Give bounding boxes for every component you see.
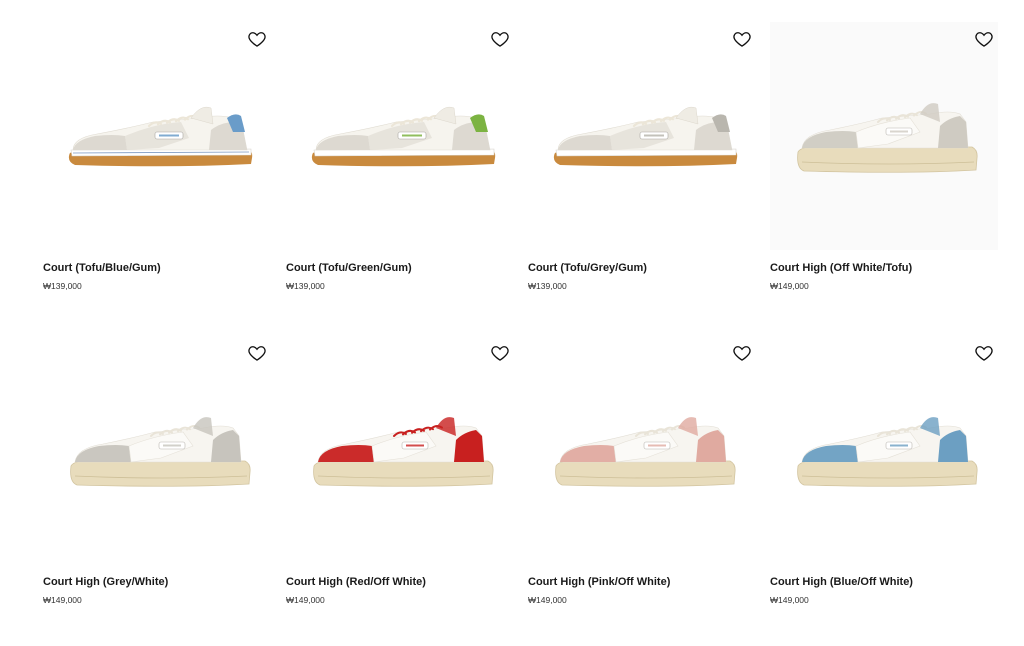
product-card[interactable]: Court (Tofu/Green/Gum) ₩139,000 [286,22,514,291]
product-price: ₩139,000 [286,281,325,291]
product-name[interactable]: Court (Tofu/Blue/Gum) [43,262,161,274]
product-price: ₩149,000 [528,595,567,605]
sneaker-image [797,103,978,173]
favorite-heart-icon[interactable] [732,29,752,49]
sneaker-image [70,417,251,487]
sneaker-image [311,106,496,167]
product-image[interactable] [43,336,271,564]
favorite-heart-icon[interactable] [490,343,510,363]
product-price: ₩149,000 [286,595,325,605]
product-price: ₩139,000 [528,281,567,291]
product-card[interactable]: Court High (Grey/White) ₩149,000 [43,336,271,605]
product-name[interactable]: Court High (Pink/Off White) [528,576,670,588]
product-price: ₩149,000 [770,281,809,291]
product-card[interactable]: Court (Tofu/Grey/Gum) ₩139,000 [528,22,756,291]
sneaker-image [555,417,736,487]
product-image[interactable] [770,336,998,564]
favorite-heart-icon[interactable] [974,343,994,363]
product-card[interactable]: Court High (Red/Off White) ₩149,000 [286,336,514,605]
product-price: ₩139,000 [43,281,82,291]
product-name[interactable]: Court (Tofu/Green/Gum) [286,262,412,274]
favorite-heart-icon[interactable] [247,343,267,363]
sneaker-image [797,417,978,487]
favorite-heart-icon[interactable] [490,29,510,49]
sneaker-image [313,417,494,487]
product-name[interactable]: Court (Tofu/Grey/Gum) [528,262,647,274]
product-image[interactable] [286,336,514,564]
product-image[interactable] [770,22,998,250]
product-card[interactable]: Court High (Blue/Off White) ₩149,000 [770,336,998,605]
product-name[interactable]: Court High (Grey/White) [43,576,168,588]
product-card[interactable]: Court High (Pink/Off White) ₩149,000 [528,336,756,605]
product-name[interactable]: Court High (Blue/Off White) [770,576,913,588]
product-name[interactable]: Court High (Red/Off White) [286,576,426,588]
product-grid: Court (Tofu/Blue/Gum) ₩139,000 Court (To… [0,0,1024,646]
product-image[interactable] [528,336,756,564]
favorite-heart-icon[interactable] [247,29,267,49]
product-card[interactable]: Court (Tofu/Blue/Gum) ₩139,000 [43,22,271,291]
product-image[interactable] [528,22,756,250]
product-image[interactable] [43,22,271,250]
favorite-heart-icon[interactable] [974,29,994,49]
sneaker-image [553,106,738,167]
product-price: ₩149,000 [770,595,809,605]
product-image[interactable] [286,22,514,250]
product-price: ₩149,000 [43,595,82,605]
product-name[interactable]: Court High (Off White/Tofu) [770,262,912,274]
sneaker-image [68,106,253,167]
favorite-heart-icon[interactable] [732,343,752,363]
product-card[interactable]: Court High (Off White/Tofu) ₩149,000 [770,22,998,291]
